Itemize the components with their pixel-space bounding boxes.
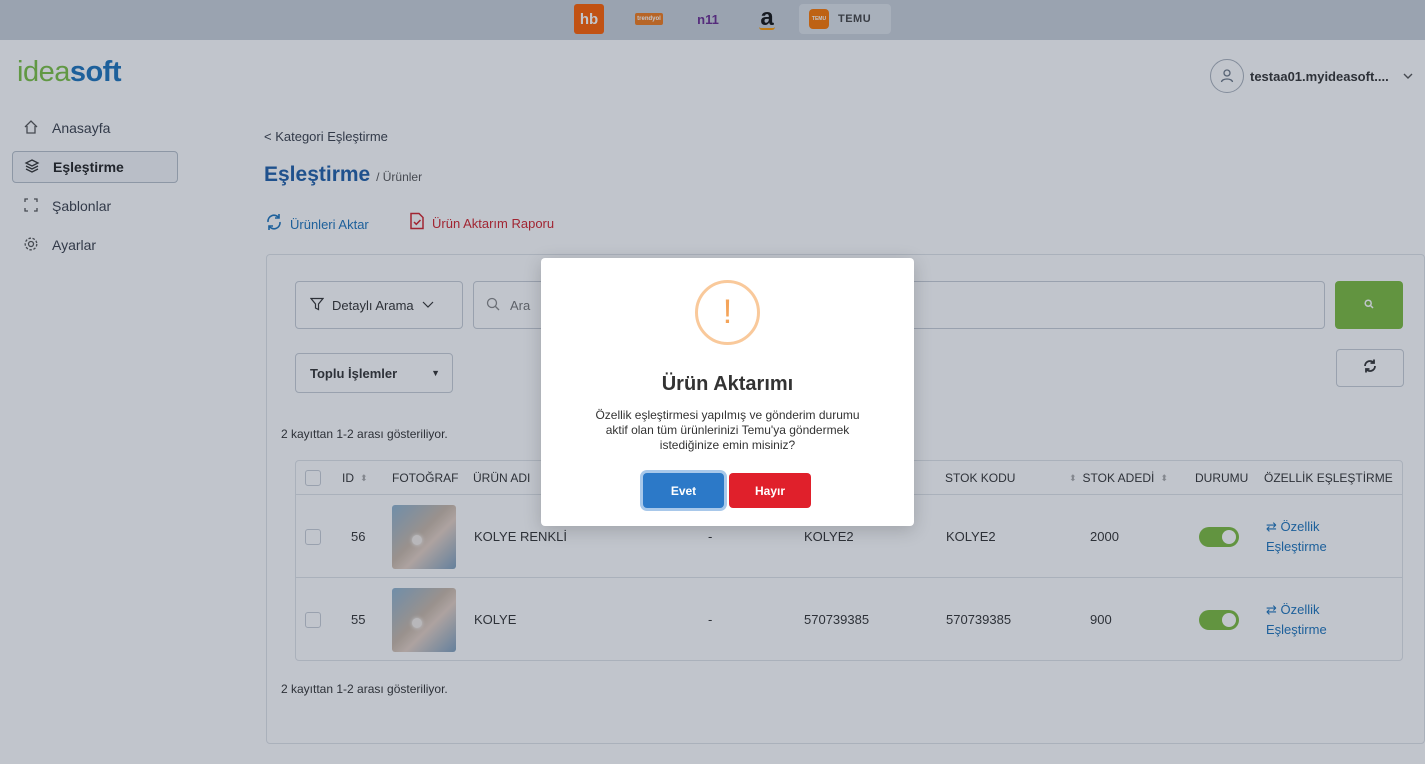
dialog-title: Ürün Aktarımı	[661, 373, 794, 395]
confirm-no-button[interactable]: Hayır	[729, 473, 811, 508]
dialog-message-line: istediğinize emin misiniz?	[659, 438, 796, 452]
dialog-message-line: Özellik eşleştirmesi yapılmış ve gönderi…	[595, 408, 860, 422]
dialog-message-line: aktif olan tüm ürünlerinizi Temu'ya gönd…	[605, 423, 850, 437]
export-confirm-dialog: ! Ürün Aktarımı Özellik eşleştirmesi yap…	[541, 258, 914, 526]
warning-mark: !	[722, 293, 733, 331]
dialog-message: Özellik eşleştirmesi yapılmış ve gönderi…	[571, 408, 884, 453]
confirm-yes-button[interactable]: Evet	[643, 473, 724, 508]
warning-icon: !	[695, 280, 760, 345]
